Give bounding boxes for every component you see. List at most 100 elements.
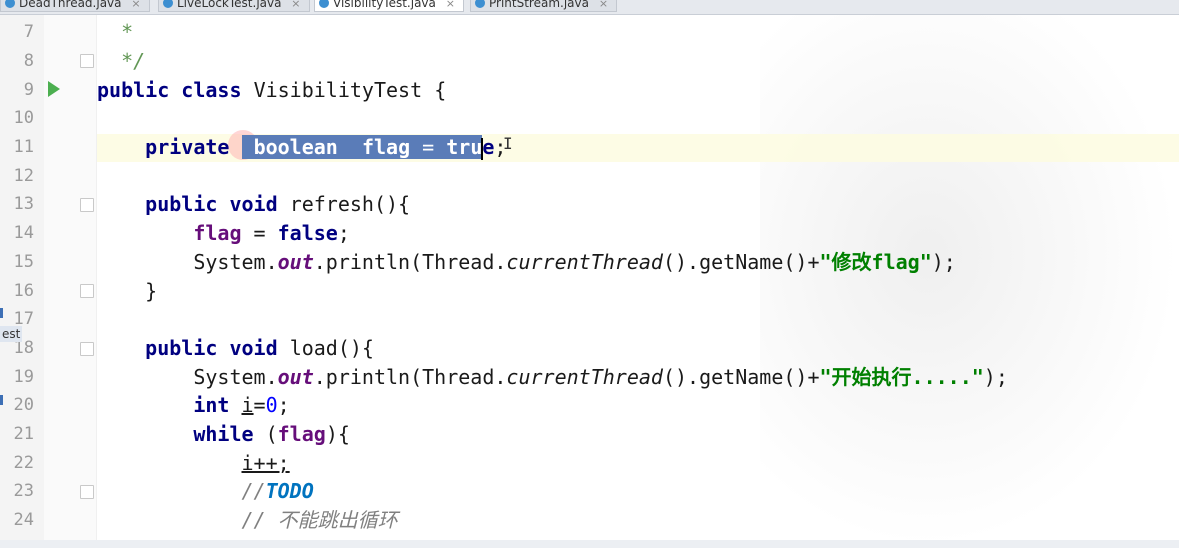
keyword: public	[145, 336, 218, 360]
operator: =	[241, 221, 278, 245]
statement: i++;	[241, 451, 290, 475]
fold-marker-icon[interactable]	[80, 284, 94, 298]
method-signature: load(){	[289, 336, 374, 360]
tab-label: LiveLockTest.java	[177, 0, 282, 10]
keyword: public	[97, 78, 170, 102]
code-line-15: System.out.println(Thread.currentThread(…	[97, 248, 956, 277]
punctuation: );	[983, 365, 1008, 389]
line-number: 8	[23, 51, 34, 71]
todo-marker: TODO	[265, 479, 314, 503]
identifier: System.	[193, 365, 278, 389]
keyword: void	[229, 192, 278, 216]
line-number: 7	[23, 22, 34, 42]
brace: {	[434, 78, 447, 102]
tab-visibilitytest[interactable]: VisibilityTest.java ×	[314, 0, 464, 12]
doc-comment: *	[121, 20, 134, 44]
run-gutter-icon[interactable]	[48, 81, 60, 97]
identifier: .println(Thread.	[313, 250, 507, 274]
text-selection: boolean flag = tru	[241, 135, 483, 159]
code-line-8: */	[97, 47, 145, 76]
line-comment: // 不能跳出循环	[241, 508, 398, 532]
close-icon[interactable]: ×	[291, 0, 300, 10]
keyword: false	[277, 221, 338, 245]
line-number: 12	[13, 166, 34, 186]
field-name: flag	[193, 221, 242, 245]
side-panel-label[interactable]: est	[0, 326, 23, 342]
code-line-20: int i=0;	[97, 391, 290, 420]
line-number: 16	[13, 281, 34, 301]
brace: }	[145, 279, 158, 303]
keyword: class	[181, 78, 242, 102]
operator: =	[253, 393, 266, 417]
static-method: currentThread	[506, 250, 663, 274]
identifier: System.	[193, 250, 278, 274]
field-name: flag	[361, 135, 411, 159]
field-name: flag	[277, 422, 326, 446]
fold-marker-icon[interactable]	[80, 198, 94, 212]
keyword: public	[145, 192, 218, 216]
line-number: 20	[13, 395, 34, 415]
code-line-14: flag = false;	[97, 219, 350, 248]
line-number: 19	[13, 367, 34, 387]
punctuation: ){	[325, 422, 350, 446]
keyword: while	[193, 422, 254, 446]
keyword: boolean	[253, 135, 338, 159]
line-number: 15	[13, 252, 34, 272]
fold-marker-icon[interactable]	[80, 342, 94, 356]
identifier: .println(Thread.	[313, 365, 507, 389]
editor-tab-bar: DeadThread.java × LiveLockTest.java × Vi…	[0, 0, 1179, 15]
code-line-21: while (flag){	[97, 420, 350, 449]
operator: =	[410, 135, 447, 159]
code-line-16: }	[97, 277, 157, 306]
line-number: 23	[13, 481, 34, 501]
keyword: tru	[446, 135, 483, 159]
close-icon[interactable]: ×	[599, 0, 608, 10]
tab-label: VisibilityTest.java	[333, 0, 436, 10]
bottom-scrollbar[interactable]	[0, 540, 1179, 548]
code-line-24: // 不能跳出循环	[97, 506, 398, 535]
punctuation: );	[931, 250, 956, 274]
java-class-icon	[163, 0, 173, 8]
code-line-9: public class VisibilityTest {	[97, 76, 446, 105]
fold-marker-icon[interactable]	[80, 54, 94, 68]
close-icon[interactable]: ×	[131, 0, 140, 10]
java-class-icon	[319, 0, 329, 8]
code-line-18: public void load(){	[97, 334, 374, 363]
code-line-22: i++;	[97, 449, 290, 478]
background-art	[760, 14, 1179, 548]
tab-label: PrintStream.java	[489, 0, 589, 10]
line-number: 10	[13, 108, 34, 128]
identifier: ().getName()+	[662, 250, 820, 274]
code-line-7: *	[97, 18, 133, 47]
java-class-icon	[5, 0, 15, 8]
keyword: int	[193, 393, 230, 417]
tab-printstream[interactable]: PrintStream.java ×	[470, 0, 618, 12]
line-number: 14	[13, 223, 34, 243]
punctuation: (	[253, 422, 278, 446]
code-line-11: private boolean flag = true;	[97, 133, 506, 162]
fold-marker-icon[interactable]	[80, 485, 94, 499]
side-panel-marker	[0, 308, 3, 318]
mouse-ibeam-cursor: I	[503, 134, 513, 153]
line-number: 13	[13, 194, 34, 214]
line-number: 22	[13, 453, 34, 473]
line-number: 21	[13, 424, 34, 444]
tab-livelocktest[interactable]: LiveLockTest.java ×	[158, 0, 310, 12]
line-number: 11	[13, 137, 34, 157]
keyword: e	[482, 135, 495, 159]
static-method: currentThread	[506, 365, 663, 389]
method-signature: refresh(){	[289, 192, 411, 216]
code-line-23: //TODO	[97, 477, 314, 506]
line-number: 9	[23, 80, 34, 100]
identifier: ().getName()+	[662, 365, 820, 389]
class-name: VisibilityTest	[253, 78, 423, 102]
semicolon: ;	[277, 393, 290, 417]
static-field: out	[277, 365, 314, 389]
code-line-19: System.out.println(Thread.currentThread(…	[97, 363, 1008, 392]
line-number: 24	[13, 510, 34, 530]
doc-comment: */	[121, 49, 146, 73]
local-variable: i	[241, 393, 254, 417]
keyword: private	[145, 135, 230, 159]
tab-deadthread[interactable]: DeadThread.java ×	[0, 0, 150, 12]
close-icon[interactable]: ×	[446, 0, 455, 10]
